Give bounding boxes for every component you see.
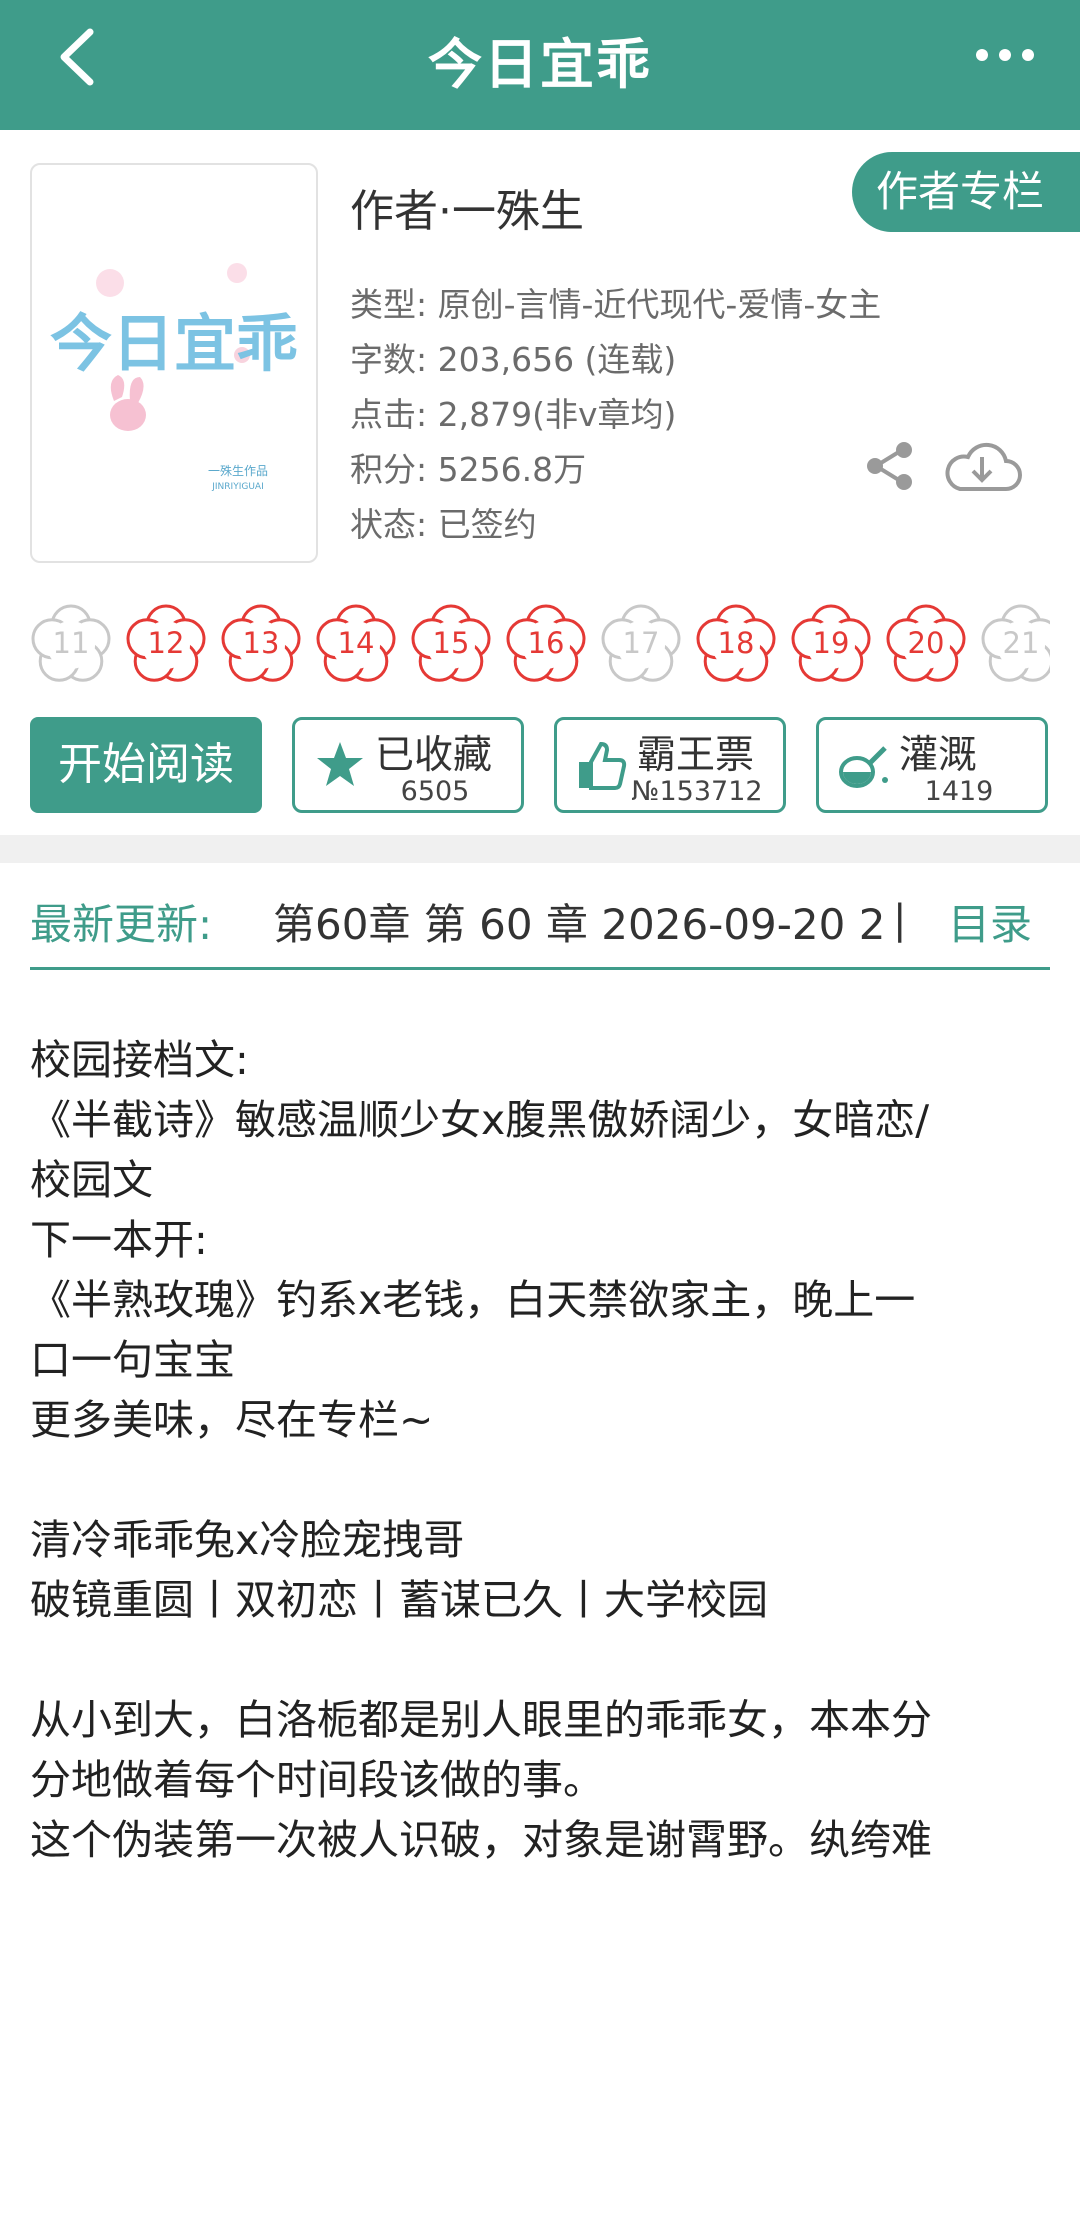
flower-ratings: 11 12 13 14 15 16 17 18 19 20 21: [30, 600, 1050, 700]
flower-rating-18[interactable]: 18: [693, 600, 779, 686]
intro-line: 校园文: [30, 1156, 153, 1204]
vote-label: 霸王票: [637, 733, 755, 778]
book-word-count: 字数: 203,656 (连载): [350, 340, 677, 379]
update-separator: |: [893, 897, 907, 943]
flower-rating-17[interactable]: 17: [598, 600, 684, 686]
flower-number: 15: [432, 626, 470, 660]
cloud-download-icon: [945, 442, 1022, 491]
collect-button[interactable]: 已收藏 6505: [292, 717, 524, 813]
vote-count: №153712: [631, 776, 763, 807]
intro-line: 口一句宝宝: [30, 1336, 235, 1384]
flower-rating-20[interactable]: 20: [883, 600, 969, 686]
top-bar: 今日宜乖: [0, 0, 1080, 130]
book-status: 状态: 已签约: [350, 505, 537, 544]
intro-line: 从小到大，白洛栀都是别人眼里的乖乖女，本本分: [30, 1696, 932, 1744]
flower-rating-12[interactable]: 12: [123, 600, 209, 686]
flower-number: 19: [812, 626, 850, 660]
cover-title: 今日宜乖: [50, 307, 298, 380]
flower-number: 20: [907, 626, 945, 660]
flower-number: 18: [717, 626, 755, 660]
water-count: 1419: [924, 776, 994, 807]
water-label: 灌溉: [899, 733, 978, 778]
intro-line: 《半截诗》敏感温顺少女x腹黑傲娇阔少，女暗恋/: [30, 1096, 930, 1144]
intro-line: 《半熟玫瑰》钓系x老钱，白天禁欲家主，晚上一: [30, 1276, 916, 1324]
intro-line: 这个伪装第一次被人识破，对象是谢霄野。纨绔难: [30, 1816, 932, 1864]
update-divider: [30, 967, 1050, 970]
more-icon: [976, 49, 1034, 61]
flower-number: 17: [622, 626, 660, 660]
book-type: 类型: 原创-言情-近代现代-爱情-女主: [350, 285, 882, 324]
share-icon: [867, 442, 912, 490]
author-name[interactable]: 作者·一殊生: [350, 175, 584, 239]
latest-update-card: 最新更新: 第60章 第 60 章 2026-09-20 21:00 | 目录: [0, 863, 1080, 1001]
flower-rating-21[interactable]: 21: [978, 600, 1050, 686]
flower-rating-14[interactable]: 14: [313, 600, 399, 686]
flower-rating-11[interactable]: 11: [30, 600, 114, 686]
latest-chapter-link[interactable]: 第60章 第 60 章 2026-09-20 21:00: [273, 891, 883, 952]
vote-button[interactable]: 霸王票 №153712: [554, 717, 786, 813]
flower-number: 16: [527, 626, 565, 660]
water-button[interactable]: 灌溉 1419: [816, 717, 1048, 813]
intro-line: 校园接档文:: [30, 1036, 249, 1084]
book-intro: 校园接档文: 《半截诗》敏感温顺少女x腹黑傲娇阔少，女暗恋/ 校园文 下一本开:…: [0, 1001, 1080, 2235]
intro-line: 清冷乖乖兔x冷脸宠拽哥: [30, 1516, 465, 1564]
flower-rating-15[interactable]: 15: [408, 600, 494, 686]
flower-number: 13: [242, 626, 280, 660]
book-clicks: 点击: 2,879(非v章均): [350, 395, 677, 434]
download-button[interactable]: [940, 435, 1024, 499]
more-button[interactable]: [970, 40, 1040, 70]
flower-rating-13[interactable]: 13: [218, 600, 304, 686]
flower-number: 14: [337, 626, 375, 660]
intro-line: 破镜重圆丨双初恋丨蓄谋已久丨大学校园: [30, 1576, 768, 1624]
cover-subtitle: 一殊生作品: [208, 463, 268, 478]
intro-line: 分地做着每个时间段该做的事。: [30, 1756, 604, 1804]
latest-update-label: 最新更新:: [30, 900, 213, 949]
page-title: 今日宜乖: [428, 33, 652, 96]
share-button[interactable]: [862, 438, 918, 494]
flower-number: 11: [52, 626, 90, 660]
flower-number: 21: [1002, 626, 1040, 660]
cover-art: 今日宜乖 一殊生作品 JINRIYIGUAI: [50, 263, 298, 492]
catalog-button[interactable]: 目录: [948, 891, 1032, 952]
flower-rating-16[interactable]: 16: [503, 600, 589, 686]
book-points: 积分: 5256.8万: [350, 450, 587, 489]
intro-line: 下一本开:: [30, 1216, 208, 1264]
book-info-card: 今日宜乖 一殊生作品 JINRIYIGUAI 作者·一殊生 作者专栏 类型: 原…: [0, 130, 1080, 835]
flower-rating-19[interactable]: 19: [788, 600, 874, 686]
collect-label: 已收藏: [375, 733, 493, 778]
book-cover[interactable]: 今日宜乖 一殊生作品 JINRIYIGUAI: [30, 163, 318, 563]
flower-number: 12: [147, 626, 185, 660]
collect-count: 6505: [400, 776, 470, 807]
start-reading-button[interactable]: 开始阅读: [30, 717, 262, 813]
cover-subtitle-en: JINRIYIGUAI: [211, 482, 263, 492]
intro-line: 更多美味，尽在专栏~: [30, 1396, 434, 1444]
author-column-button[interactable]: 作者专栏: [852, 152, 1080, 232]
